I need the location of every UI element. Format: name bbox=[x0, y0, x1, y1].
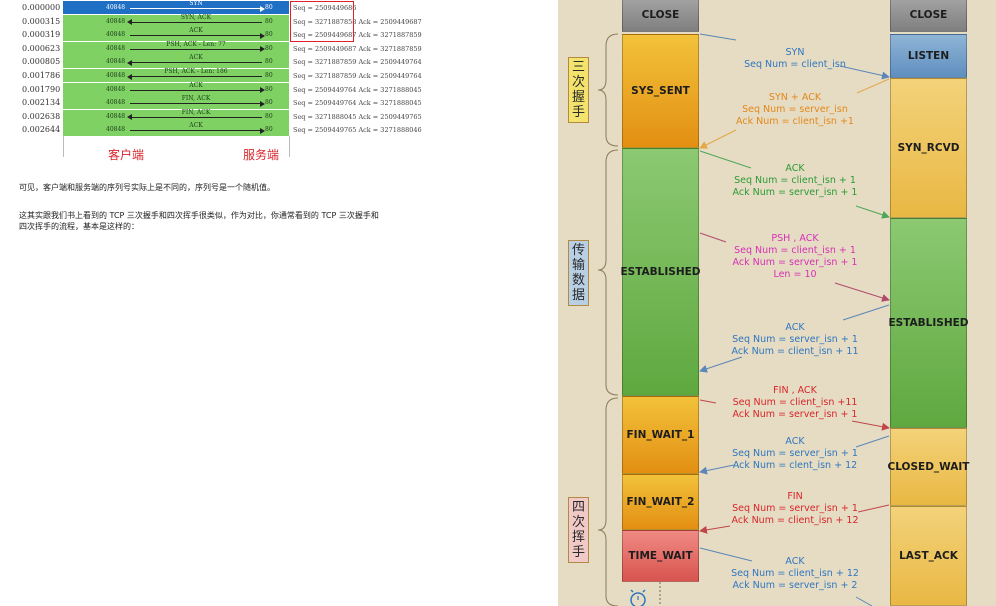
message-ack-4: ACK Seq Num = client_isn + 12 Ack Num = se… bbox=[731, 556, 859, 591]
message-ack-1: ACK Seq Num = client_isn + 1 Ack Num = ser… bbox=[732, 163, 858, 198]
client-state-established: ESTABLISHED bbox=[620, 148, 701, 396]
message-fin: FIN Seq Num = server_isn + 1 Ack Num = cli… bbox=[731, 491, 859, 526]
client-state-time-wait: TIME_WAIT bbox=[622, 530, 699, 582]
phase-label-handshake: 三次握手 bbox=[568, 57, 589, 123]
server-state-close: CLOSE bbox=[890, 0, 967, 32]
message-fin-ack: FIN , ACK Seq Num = client_isn +11 Ack Num… bbox=[732, 385, 858, 420]
brace-transfer bbox=[597, 149, 619, 396]
brace-wave bbox=[597, 397, 619, 606]
message-syn: SYN Seq Num = client_isn bbox=[744, 47, 846, 70]
server-state-listen: LISTEN bbox=[890, 34, 967, 78]
server-state-established: ESTABLISHED bbox=[888, 218, 969, 428]
message-ack-3: ACK Seq Num = server_isn + 1 Ack Num = cle… bbox=[732, 436, 858, 471]
server-state-last-ack: LAST_ACK bbox=[890, 506, 967, 606]
client-state-fin-wait-1: FIN_WAIT_1 bbox=[622, 396, 699, 474]
message-syn-ack: SYN + ACK Seq Num = server_isn Ack Num = c… bbox=[736, 92, 854, 127]
client-state-fin-wait-2: FIN_WAIT_2 bbox=[622, 474, 699, 530]
phase-label-wave: 四次挥手 bbox=[568, 497, 589, 563]
server-state-syn-rcvd: SYN_RCVD bbox=[890, 78, 967, 218]
brace-handshake bbox=[597, 33, 619, 147]
timer-icon bbox=[630, 589, 646, 606]
client-state-close: CLOSE bbox=[622, 0, 699, 32]
client-state-syn-sent: SYS_SENT bbox=[622, 34, 699, 148]
phase-label-transfer: 传输数据 bbox=[568, 240, 589, 306]
server-state-close-wait: CLOSED_WAIT bbox=[888, 428, 969, 506]
message-psh-ack: PSH , ACK Seq Num = client_isn + 1 Ack Num… bbox=[732, 233, 858, 280]
message-ack-2: ACK Seq Num = server_isn + 1 Ack Num = cli… bbox=[731, 322, 859, 357]
